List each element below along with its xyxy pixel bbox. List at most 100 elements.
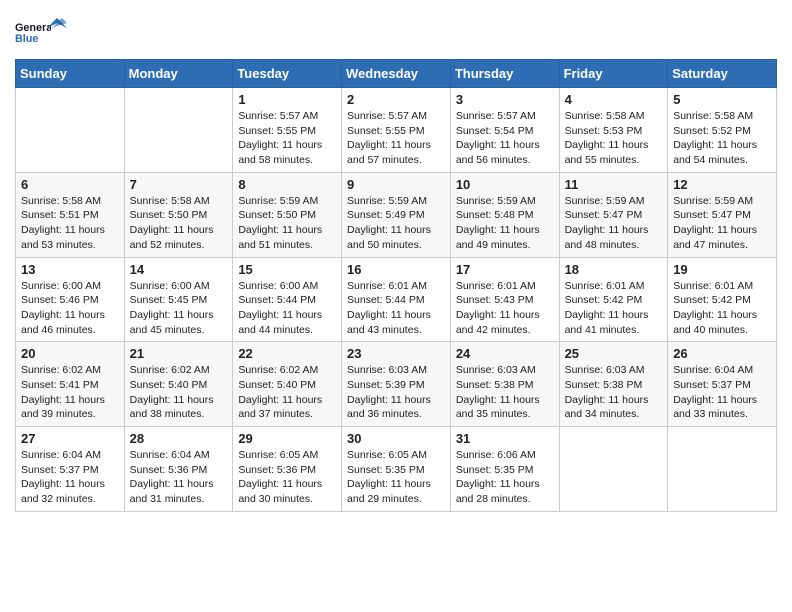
day-info: Sunrise: 6:01 AM Sunset: 5:42 PM Dayligh… [565, 279, 663, 338]
calendar-cell: 19Sunrise: 6:01 AM Sunset: 5:42 PM Dayli… [668, 257, 777, 342]
calendar-cell: 27Sunrise: 6:04 AM Sunset: 5:37 PM Dayli… [16, 427, 125, 512]
calendar-cell: 13 Sunrise: 6:00 AM Sunset: 5:46 PM Dayli… [16, 257, 125, 342]
calendar-cell: 16 Sunrise: 6:01 AM Sunset: 5:44 PM Dayli… [342, 257, 451, 342]
calendar-cell: 21 Sunrise: 6:02 AM Sunset: 5:40 PM Dayli… [124, 342, 233, 427]
svg-text:General: General [15, 22, 51, 34]
day-info: Sunrise: 6:05 AM Sunset: 5:36 PM Dayligh… [238, 448, 336, 507]
day-info: Sunrise: 6:04 AM Sunset: 5:37 PM Dayligh… [21, 448, 119, 507]
day-info: Sunrise: 5:59 AM Sunset: 5:47 PM Dayligh… [673, 194, 771, 253]
weekday-header-sunday: Sunday [16, 60, 125, 88]
day-number: 31 [456, 431, 554, 446]
day-info: Sunrise: 5:58 AM Sunset: 5:52 PM Dayligh… [673, 109, 771, 168]
calendar-cell: 29 Sunrise: 6:05 AM Sunset: 5:36 PM Dayli… [233, 427, 342, 512]
day-number: 1 [238, 92, 336, 107]
calendar-cell [124, 88, 233, 173]
day-number: 24 [456, 346, 554, 361]
svg-text:Blue: Blue [15, 33, 38, 45]
calendar-table: SundayMondayTuesdayWednesdayThursdayFrid… [15, 59, 777, 512]
weekday-header-saturday: Saturday [668, 60, 777, 88]
calendar-cell: 14 Sunrise: 6:00 AM Sunset: 5:45 PM Dayli… [124, 257, 233, 342]
calendar-cell: 30 Sunrise: 6:05 AM Sunset: 5:35 PM Dayli… [342, 427, 451, 512]
day-number: 17 [456, 262, 554, 277]
calendar-cell: 7 Sunrise: 5:58 AM Sunset: 5:50 PM Daylig… [124, 172, 233, 257]
day-number: 12 [673, 177, 771, 192]
day-number: 30 [347, 431, 445, 446]
day-info: Sunrise: 6:06 AM Sunset: 5:35 PM Dayligh… [456, 448, 554, 507]
day-info: Sunrise: 5:57 AM Sunset: 5:55 PM Dayligh… [347, 109, 445, 168]
day-number: 4 [565, 92, 663, 107]
day-info: Sunrise: 6:03 AM Sunset: 5:38 PM Dayligh… [565, 363, 663, 422]
day-info: Sunrise: 5:58 AM Sunset: 5:51 PM Dayligh… [21, 194, 119, 253]
day-number: 6 [21, 177, 119, 192]
day-number: 29 [238, 431, 336, 446]
calendar-cell: 1 Sunrise: 5:57 AM Sunset: 5:55 PM Daylig… [233, 88, 342, 173]
day-info: Sunrise: 6:03 AM Sunset: 5:38 PM Dayligh… [456, 363, 554, 422]
calendar-week-3: 13 Sunrise: 6:00 AM Sunset: 5:46 PM Dayli… [16, 257, 777, 342]
calendar-cell: 17 Sunrise: 6:01 AM Sunset: 5:43 PM Dayli… [450, 257, 559, 342]
logo: General Blue [15, 15, 67, 51]
page-header: General Blue [15, 10, 777, 51]
day-info: Sunrise: 5:58 AM Sunset: 5:53 PM Dayligh… [565, 109, 663, 168]
day-number: 7 [130, 177, 228, 192]
day-info: Sunrise: 6:04 AM Sunset: 5:36 PM Dayligh… [130, 448, 228, 507]
day-info: Sunrise: 5:59 AM Sunset: 5:47 PM Dayligh… [565, 194, 663, 253]
calendar-cell: 11Sunrise: 5:59 AM Sunset: 5:47 PM Dayli… [559, 172, 668, 257]
day-number: 28 [130, 431, 228, 446]
calendar-cell: 12 Sunrise: 5:59 AM Sunset: 5:47 PM Dayli… [668, 172, 777, 257]
calendar-cell: 6 Sunrise: 5:58 AM Sunset: 5:51 PM Daylig… [16, 172, 125, 257]
calendar-cell [668, 427, 777, 512]
calendar-week-4: 20 Sunrise: 6:02 AM Sunset: 5:41 PM Dayli… [16, 342, 777, 427]
calendar-cell: 10Sunrise: 5:59 AM Sunset: 5:48 PM Dayli… [450, 172, 559, 257]
calendar-cell: 8 Sunrise: 5:59 AM Sunset: 5:50 PM Daylig… [233, 172, 342, 257]
day-number: 16 [347, 262, 445, 277]
day-number: 10 [456, 177, 554, 192]
calendar-cell: 25 Sunrise: 6:03 AM Sunset: 5:38 PM Dayli… [559, 342, 668, 427]
day-number: 21 [130, 346, 228, 361]
day-info: Sunrise: 5:59 AM Sunset: 5:50 PM Dayligh… [238, 194, 336, 253]
day-info: Sunrise: 6:02 AM Sunset: 5:40 PM Dayligh… [238, 363, 336, 422]
day-info: Sunrise: 5:57 AM Sunset: 5:55 PM Dayligh… [238, 109, 336, 168]
logo-bird-icon [47, 18, 67, 38]
day-number: 23 [347, 346, 445, 361]
weekday-header-tuesday: Tuesday [233, 60, 342, 88]
day-info: Sunrise: 6:01 AM Sunset: 5:43 PM Dayligh… [456, 279, 554, 338]
calendar-cell: 28 Sunrise: 6:04 AM Sunset: 5:36 PM Dayli… [124, 427, 233, 512]
weekday-header-row: SundayMondayTuesdayWednesdayThursdayFrid… [16, 60, 777, 88]
day-info: Sunrise: 6:00 AM Sunset: 5:44 PM Dayligh… [238, 279, 336, 338]
calendar-cell: 20 Sunrise: 6:02 AM Sunset: 5:41 PM Dayli… [16, 342, 125, 427]
calendar-cell: 26Sunrise: 6:04 AM Sunset: 5:37 PM Dayli… [668, 342, 777, 427]
day-info: Sunrise: 6:02 AM Sunset: 5:41 PM Dayligh… [21, 363, 119, 422]
day-number: 9 [347, 177, 445, 192]
weekday-header-friday: Friday [559, 60, 668, 88]
day-number: 2 [347, 92, 445, 107]
day-info: Sunrise: 5:57 AM Sunset: 5:54 PM Dayligh… [456, 109, 554, 168]
calendar-cell: 22Sunrise: 6:02 AM Sunset: 5:40 PM Dayli… [233, 342, 342, 427]
logo-svg: General Blue [15, 15, 51, 51]
calendar-week-5: 27Sunrise: 6:04 AM Sunset: 5:37 PM Dayli… [16, 427, 777, 512]
day-info: Sunrise: 6:03 AM Sunset: 5:39 PM Dayligh… [347, 363, 445, 422]
calendar-cell: 9Sunrise: 5:59 AM Sunset: 5:49 PM Daylig… [342, 172, 451, 257]
calendar-week-2: 6 Sunrise: 5:58 AM Sunset: 5:51 PM Daylig… [16, 172, 777, 257]
day-info: Sunrise: 6:05 AM Sunset: 5:35 PM Dayligh… [347, 448, 445, 507]
day-number: 26 [673, 346, 771, 361]
day-number: 13 [21, 262, 119, 277]
calendar-cell: 23 Sunrise: 6:03 AM Sunset: 5:39 PM Dayli… [342, 342, 451, 427]
day-number: 3 [456, 92, 554, 107]
day-info: Sunrise: 6:00 AM Sunset: 5:46 PM Dayligh… [21, 279, 119, 338]
day-number: 18 [565, 262, 663, 277]
day-number: 15 [238, 262, 336, 277]
day-info: Sunrise: 6:02 AM Sunset: 5:40 PM Dayligh… [130, 363, 228, 422]
day-info: Sunrise: 5:58 AM Sunset: 5:50 PM Dayligh… [130, 194, 228, 253]
calendar-cell [16, 88, 125, 173]
day-info: Sunrise: 6:00 AM Sunset: 5:45 PM Dayligh… [130, 279, 228, 338]
day-number: 8 [238, 177, 336, 192]
day-number: 20 [21, 346, 119, 361]
day-info: Sunrise: 6:01 AM Sunset: 5:44 PM Dayligh… [347, 279, 445, 338]
day-number: 25 [565, 346, 663, 361]
calendar-cell: 3 Sunrise: 5:57 AM Sunset: 5:54 PM Daylig… [450, 88, 559, 173]
calendar-cell: 31 Sunrise: 6:06 AM Sunset: 5:35 PM Dayli… [450, 427, 559, 512]
day-number: 14 [130, 262, 228, 277]
calendar-cell: 15 Sunrise: 6:00 AM Sunset: 5:44 PM Dayli… [233, 257, 342, 342]
day-number: 19 [673, 262, 771, 277]
calendar-cell: 18 Sunrise: 6:01 AM Sunset: 5:42 PM Dayli… [559, 257, 668, 342]
